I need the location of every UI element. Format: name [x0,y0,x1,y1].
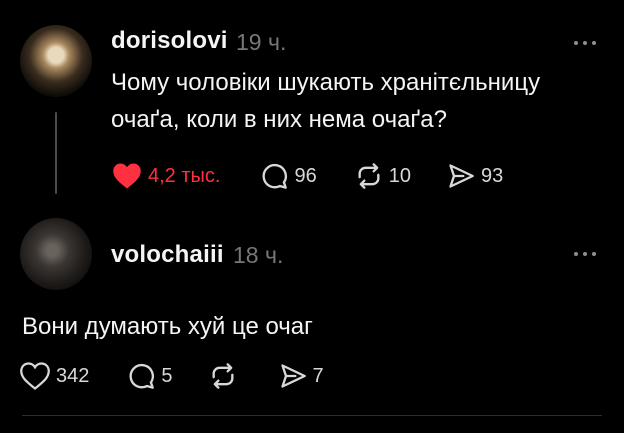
like-count: 342 [56,364,90,387]
paper-plane-icon [449,164,474,188]
share-button[interactable]: 7 [279,362,324,390]
thread-post: volochaiii 18 ч. Вони думають хуй це оча… [0,205,624,433]
ellipsis-icon [574,41,578,45]
post-text: Вони думають хуй це очаг [22,313,313,340]
speech-bubble-icon [263,163,288,189]
avatar[interactable] [20,25,92,97]
ellipsis-icon [574,252,578,256]
thread-line [55,112,57,194]
repost-button[interactable] [209,362,243,390]
repost-arrows-icon [358,163,380,189]
share-count: 7 [312,364,324,387]
like-count: 4,2 тыс. [148,164,221,187]
avatar[interactable] [20,218,92,290]
comment-button[interactable]: 5 [127,362,173,390]
post-text: Чому чоловіки шукають хранітєльницу очаґ… [111,69,541,133]
username[interactable]: dorisolovi [111,27,228,55]
like-button[interactable]: 4,2 тыс. [112,162,220,190]
heart-icon [113,163,141,189]
paper-plane-icon [280,364,306,388]
post-actions: 342 5 7 [20,362,324,390]
share-button[interactable]: 93 [447,162,503,190]
comment-count: 96 [294,164,317,187]
more-options-button[interactable] [574,252,596,256]
like-button[interactable]: 342 [20,362,89,390]
repost-count: 10 [388,164,411,187]
more-options-button[interactable] [574,41,596,45]
repost-arrows-icon [212,363,233,389]
share-count: 93 [480,164,504,187]
comment-button[interactable]: 96 [260,162,317,190]
timestamp: 19 ч. [236,29,287,55]
username[interactable]: volochaiii [111,241,224,269]
thread-post: dorisolovi 19 ч. Чому чоловіки шукають х… [0,0,624,205]
comment-count: 5 [161,364,173,387]
timestamp: 18 ч. [233,242,284,268]
speech-bubble-icon [129,363,155,389]
post-actions: 4,2 тыс. 96 10 93 [112,162,503,190]
heart-icon [20,362,50,390]
post-divider [22,415,602,416]
repost-button[interactable]: 10 [355,162,411,190]
